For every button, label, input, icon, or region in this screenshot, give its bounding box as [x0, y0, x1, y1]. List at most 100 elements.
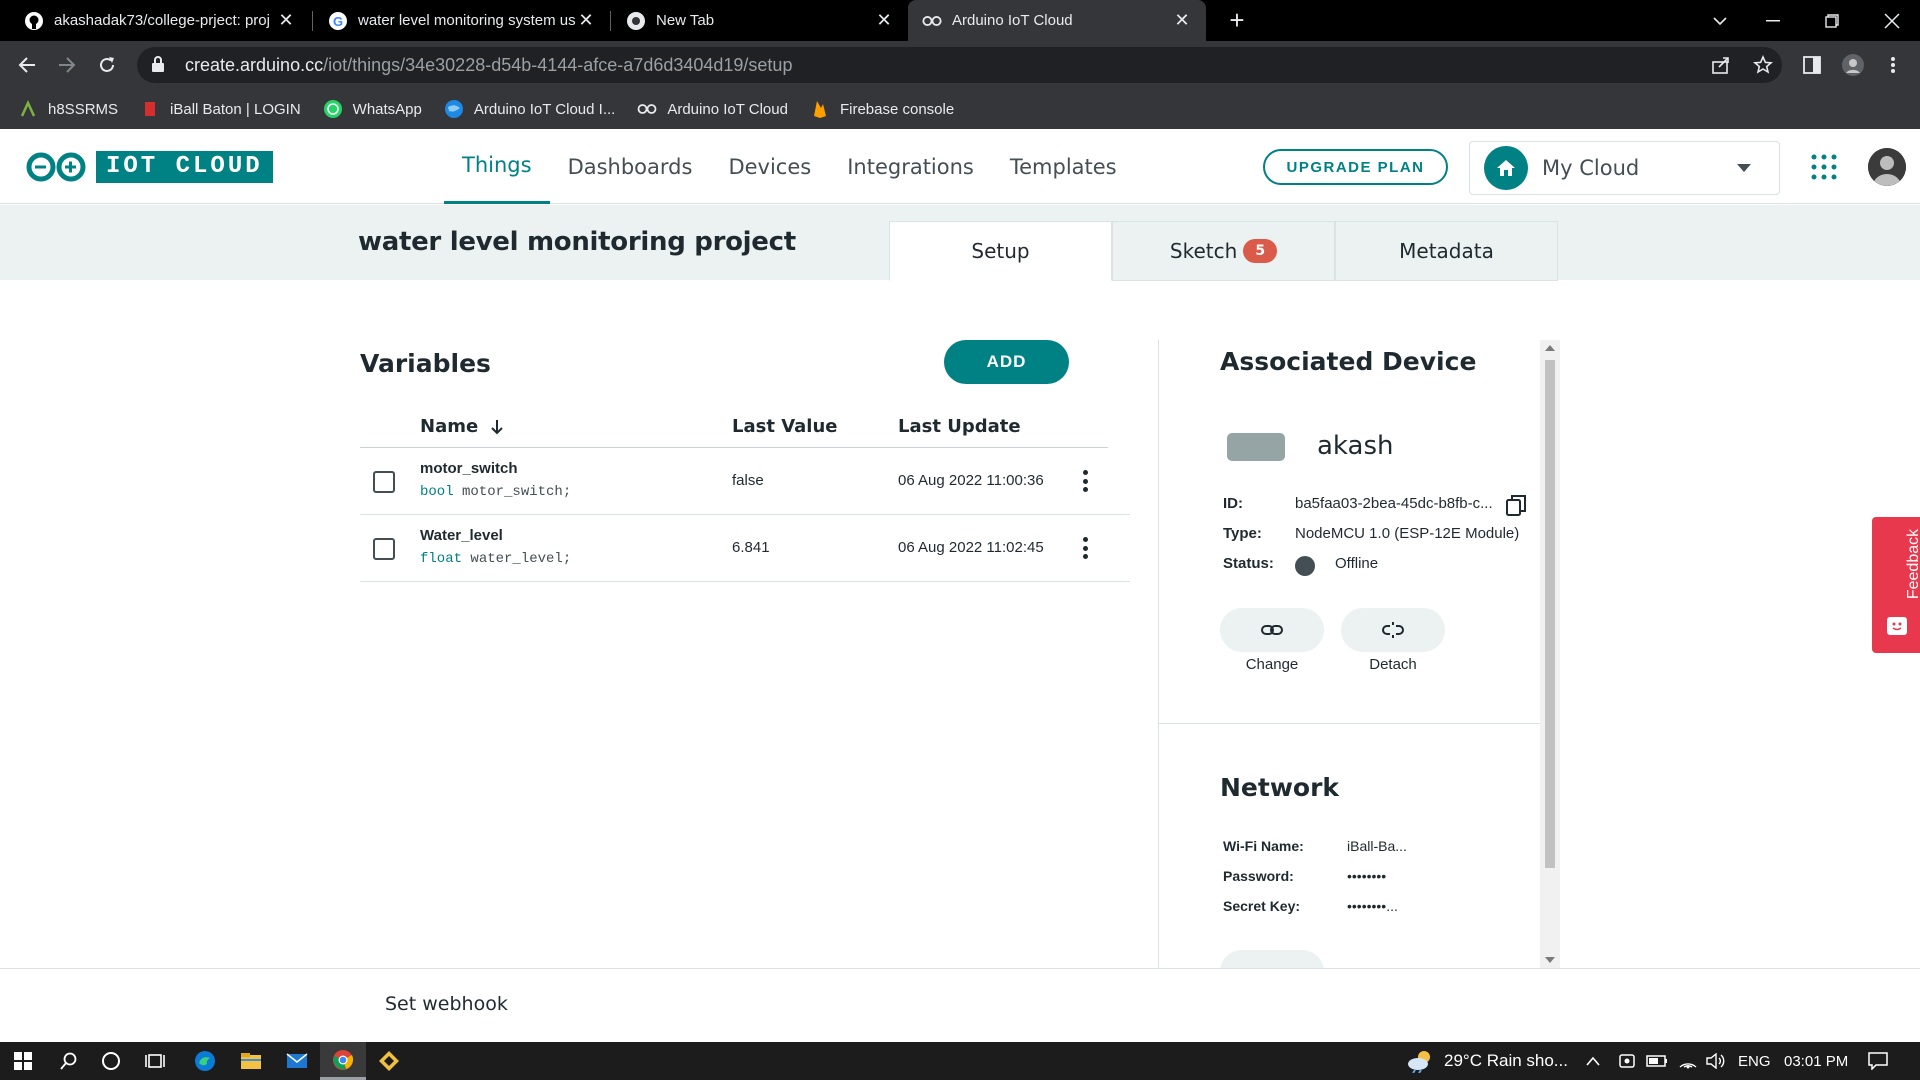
tab-sketch-label: Sketch	[1169, 239, 1238, 263]
profile-avatar-icon[interactable]	[1838, 50, 1868, 80]
clock[interactable]: 03:01 PM	[1784, 1042, 1848, 1080]
close-window-icon[interactable]	[1864, 0, 1920, 41]
tab-separator	[610, 11, 611, 31]
detach-device-button[interactable]	[1341, 608, 1445, 652]
forward-arrow-icon[interactable]	[52, 50, 82, 80]
wifi-label: Wi-Fi Name:	[1223, 838, 1304, 854]
copy-icon[interactable]	[1504, 493, 1528, 517]
share-icon[interactable]	[1706, 50, 1736, 80]
tray-chevron-up-icon[interactable]	[1586, 1042, 1600, 1080]
browser-tab-title: Arduino IoT Cloud	[952, 12, 1073, 29]
row-menu-icon[interactable]	[1080, 535, 1090, 561]
bookmark-item[interactable]: Firebase console	[810, 99, 954, 119]
bookmark-item[interactable]: h8SSRMS	[18, 99, 118, 119]
variable-name: motor_switch	[420, 460, 518, 477]
variable-decl-name: water_level;	[470, 551, 572, 567]
device-name[interactable]: akash	[1317, 431, 1394, 461]
chrome-taskbar-icon[interactable]	[320, 1042, 366, 1080]
language-indicator[interactable]: ENG	[1738, 1042, 1771, 1080]
battery-icon[interactable]	[1646, 1042, 1668, 1080]
close-icon[interactable]: ✕	[874, 10, 894, 31]
bookmark-item[interactable]: Arduino IoT Cloud	[637, 99, 788, 119]
row-menu-icon[interactable]	[1080, 468, 1090, 494]
bookmark-label: iBall Baton | LOGIN	[170, 100, 301, 118]
browser-tab-active[interactable]: Arduino IoT Cloud ✕	[908, 0, 1206, 41]
network-title: Network	[1220, 773, 1340, 802]
change-device-button[interactable]	[1220, 608, 1324, 652]
thing-header: water level monitoring project Setup Ske…	[0, 205, 1920, 281]
edge-icon[interactable]	[182, 1042, 228, 1080]
nav-integrations[interactable]: Integrations	[829, 129, 992, 204]
cloud-name: My Cloud	[1542, 156, 1640, 180]
mail-icon[interactable]	[274, 1042, 320, 1080]
back-arrow-icon[interactable]	[12, 50, 42, 80]
tab-metadata[interactable]: Metadata	[1335, 221, 1558, 281]
table-row[interactable]: motor_switch bool motor_switch; false 06…	[360, 448, 1130, 515]
side-panel-icon[interactable]	[1797, 50, 1827, 80]
column-name[interactable]: Name	[420, 416, 504, 437]
bookmark-label: Arduino IoT Cloud I...	[473, 100, 616, 118]
arduino-logo-icon	[26, 152, 86, 182]
right-panel-scrollbar[interactable]	[1540, 340, 1560, 968]
nav-dashboards[interactable]: Dashboards	[550, 129, 711, 204]
change-label: Change	[1245, 656, 1299, 673]
variable-last-value: 6.841	[732, 539, 770, 556]
weather-widget[interactable]: 29°C Rain sho...	[1406, 1042, 1568, 1080]
add-variable-button[interactable]: ADD	[944, 340, 1069, 384]
table-row[interactable]: Water_level float water_level; 6.841 06 …	[360, 515, 1130, 582]
row-checkbox[interactable]	[373, 471, 395, 493]
nav-things[interactable]: Things	[444, 129, 550, 204]
new-tab-button[interactable]: +	[1222, 5, 1252, 35]
cloud-selector[interactable]: My Cloud	[1469, 141, 1780, 195]
close-icon[interactable]: ✕	[1172, 10, 1192, 31]
browser-tab[interactable]: G water level monitoring system us ✕	[314, 0, 610, 41]
restore-icon[interactable]	[1804, 0, 1860, 41]
volume-icon[interactable]	[1706, 1042, 1726, 1080]
close-icon[interactable]: ✕	[276, 10, 296, 31]
cortana-icon[interactable]	[88, 1042, 134, 1080]
change-network-button[interactable]	[1220, 950, 1324, 968]
wifi-icon[interactable]	[1678, 1042, 1698, 1080]
browser-tab[interactable]: New Tab ✕	[612, 0, 908, 41]
bottom-bar: Set webhook	[0, 968, 1920, 1042]
bookmark-item[interactable]: Arduino IoT Cloud I...	[444, 99, 615, 119]
bookmark-label: WhatsApp	[352, 100, 422, 118]
search-icon[interactable]	[46, 1042, 92, 1080]
scroll-down-arrow-icon[interactable]	[1545, 957, 1555, 963]
column-name-label: Name	[420, 416, 479, 437]
scroll-up-arrow-icon[interactable]	[1545, 345, 1555, 351]
tab-sketch[interactable]: Sketch 5	[1112, 221, 1335, 281]
notifications-icon[interactable]	[1868, 1042, 1888, 1080]
browser-tab[interactable]: akashadak73/college-prject: proj ✕	[10, 0, 310, 41]
task-view-icon[interactable]	[132, 1042, 178, 1080]
user-avatar[interactable]	[1868, 148, 1906, 186]
menu-kebab-icon[interactable]	[1878, 50, 1908, 80]
row-checkbox[interactable]	[373, 538, 395, 560]
feedback-button[interactable]: Feedback	[1872, 517, 1920, 653]
address-bar[interactable]: create.arduino.cc/iot/things/34e30228-d5…	[137, 47, 1782, 83]
bookmark-item[interactable]: WhatsApp	[323, 99, 422, 119]
scrollbar-thumb[interactable]	[1545, 360, 1555, 868]
minimize-icon[interactable]	[1745, 0, 1801, 41]
tab-search-icon[interactable]	[1692, 0, 1748, 41]
tab-setup[interactable]: Setup	[889, 221, 1112, 281]
iot-cloud-logo[interactable]: IOT CLOUD	[24, 151, 273, 183]
column-last-value: Last Value	[732, 416, 838, 437]
bookmark-item[interactable]: iBall Baton | LOGIN	[140, 99, 301, 119]
apps-grid-icon[interactable]	[1810, 153, 1838, 181]
nav-devices[interactable]: Devices	[710, 129, 829, 204]
close-icon[interactable]: ✕	[576, 10, 596, 31]
meet-now-icon[interactable]	[1618, 1042, 1636, 1080]
windows-start-icon[interactable]	[0, 1042, 46, 1080]
upgrade-plan-button[interactable]: UPGRADE PLAN	[1263, 149, 1448, 185]
nav-templates[interactable]: Templates	[992, 129, 1135, 204]
reload-icon[interactable]	[92, 50, 122, 80]
github-icon	[24, 11, 44, 31]
star-bookmark-icon[interactable]	[1748, 50, 1778, 80]
set-webhook-link[interactable]: Set webhook	[385, 993, 508, 1015]
app-taskbar-icon[interactable]	[366, 1042, 412, 1080]
browser-tab-title: New Tab	[656, 12, 715, 29]
variable-declaration: float water_level;	[420, 551, 571, 567]
variables-table: Name Last Value Last Update motor_switch…	[360, 410, 1130, 582]
file-explorer-icon[interactable]	[228, 1042, 274, 1080]
